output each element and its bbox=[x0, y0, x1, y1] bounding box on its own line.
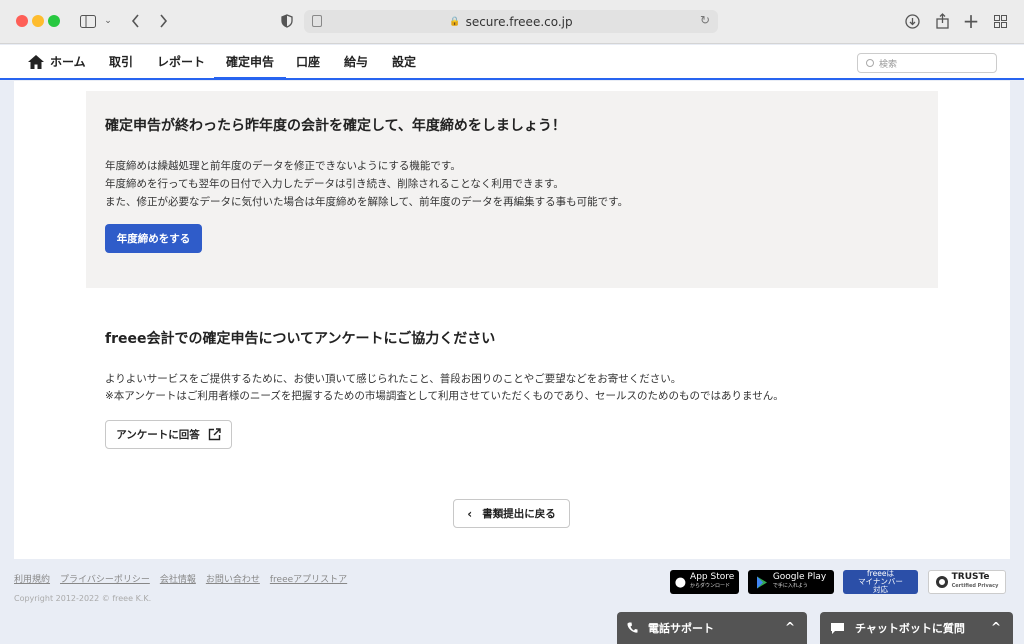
footer-links: 利用規約 プライバシーポリシー 会社情報 お問い合わせ freeeアプリストア bbox=[14, 572, 347, 585]
nav-accounts-label: 口座 bbox=[296, 55, 321, 69]
nav-reports-label: レポート bbox=[157, 55, 206, 69]
back-button-label: 書類提出に戻る bbox=[482, 508, 556, 520]
google-play-badge[interactable]: Google Play で手に入れよう bbox=[748, 570, 834, 594]
truste-badge[interactable]: TRUSTe Certified Privacy bbox=[928, 570, 1006, 594]
reload-icon[interactable]: ↻ bbox=[700, 13, 710, 27]
nav-tax-return[interactable]: 確定申告 bbox=[213, 45, 287, 80]
sidebar-toggle-icon[interactable] bbox=[78, 10, 98, 32]
back-arrow-icon[interactable] bbox=[126, 10, 144, 32]
google-play-label: Google Play bbox=[772, 572, 827, 582]
survey-line: よりよいサービスをご提供するために、お使い頂いて感じられたこと、普段お困りのこと… bbox=[105, 373, 682, 385]
forward-arrow-icon[interactable] bbox=[154, 10, 172, 32]
nav-transactions-label: 取引 bbox=[109, 55, 134, 69]
truste-label: TRUSTe bbox=[951, 572, 990, 582]
chat-bubble-icon bbox=[831, 622, 844, 634]
app-store-badge[interactable]: ● App Store からダウンロード bbox=[670, 570, 739, 594]
page-icon bbox=[312, 15, 322, 27]
footer-link-contact[interactable]: お問い合わせ bbox=[206, 572, 260, 585]
mynumber-badge[interactable]: freeeは マイナンバー 対応 bbox=[843, 570, 918, 594]
nav-settings[interactable]: 設定 bbox=[392, 45, 416, 78]
nav-accounts[interactable]: 口座 bbox=[296, 45, 320, 78]
apple-icon: ● bbox=[674, 574, 687, 590]
chevron-down-icon[interactable]: ⌄ bbox=[102, 10, 114, 32]
nav-transactions[interactable]: 取引 bbox=[109, 45, 133, 78]
tab-overview-icon[interactable] bbox=[991, 10, 1009, 32]
notice-line: 年度締めを行っても翌年の日付で入力したデータは引き続き、削除されることなく利用で… bbox=[105, 178, 564, 190]
download-icon[interactable] bbox=[903, 10, 921, 32]
chatbot-bar[interactable]: チャットボットに質問 ^ bbox=[820, 612, 1013, 644]
notice-title: 確定申告が終わったら昨年度の会計を確定して、年度締めをしましょう！ bbox=[105, 118, 566, 134]
footer-link-appstore[interactable]: freeeアプリストア bbox=[270, 572, 347, 585]
share-icon[interactable] bbox=[933, 10, 951, 32]
survey-answer-button[interactable]: アンケートに回答 bbox=[105, 420, 232, 449]
chevron-left-icon: ‹ bbox=[467, 506, 473, 521]
chatbot-label: チャットボットに質問 bbox=[855, 622, 965, 635]
search-input[interactable]: 検索 bbox=[857, 53, 997, 73]
chevron-up-icon: ^ bbox=[990, 620, 1001, 634]
app-navigation: ホーム 取引 レポート 確定申告 口座 給与 設定 検索 bbox=[0, 45, 1024, 80]
truste-logo-icon bbox=[935, 576, 948, 588]
footer-link-privacy[interactable]: プライバシーポリシー bbox=[60, 572, 150, 585]
nav-home-label: ホーム bbox=[50, 55, 86, 69]
search-placeholder: 検索 bbox=[879, 59, 898, 70]
search-icon bbox=[866, 59, 874, 67]
nav-settings-label: 設定 bbox=[392, 55, 417, 69]
truste-sub: Certified Privacy bbox=[951, 583, 999, 589]
chevron-up-icon: ^ bbox=[784, 620, 795, 634]
survey-title: freee会計での確定申告についてアンケートにご協力ください bbox=[105, 331, 496, 347]
app-store-sub: からダウンロード bbox=[690, 583, 731, 589]
nav-reports[interactable]: レポート bbox=[157, 45, 205, 78]
nav-home[interactable]: ホーム bbox=[28, 45, 86, 78]
survey-line: ※本アンケートはご利用者様のニーズを把握するための市場調査として利用させていただ… bbox=[105, 390, 784, 402]
phone-support-bar[interactable]: 電話サポート ^ bbox=[617, 612, 807, 644]
copyright: Copyright 2012-2022 © freee K.K. bbox=[14, 594, 152, 603]
google-play-sub: で手に入れよう bbox=[772, 583, 808, 589]
mynumber-line-3: 対応 bbox=[873, 585, 888, 594]
new-tab-plus-icon[interactable]: + bbox=[962, 9, 980, 33]
app-store-label: App Store bbox=[690, 572, 735, 582]
minimize-window-button[interactable] bbox=[32, 15, 44, 27]
privacy-shield-icon[interactable] bbox=[278, 10, 296, 32]
google-play-icon bbox=[756, 576, 767, 588]
main-content: 確定申告が終わったら昨年度の会計を確定して、年度締めをしましょう！ 年度締めは繰… bbox=[14, 81, 1010, 559]
survey-answer-label: アンケートに回答 bbox=[116, 429, 200, 441]
footer-link-terms[interactable]: 利用規約 bbox=[14, 572, 50, 585]
close-window-button[interactable] bbox=[16, 15, 28, 27]
year-close-button[interactable]: 年度締めをする bbox=[105, 224, 202, 253]
footer-link-company[interactable]: 会社情報 bbox=[160, 572, 196, 585]
nav-tax-return-label: 確定申告 bbox=[226, 55, 275, 69]
address-bar[interactable]: 🔒 secure.freee.co.jp ↻ bbox=[304, 10, 718, 33]
nav-payroll-label: 給与 bbox=[344, 55, 369, 69]
zoom-window-button[interactable] bbox=[48, 15, 60, 27]
nav-payroll[interactable]: 給与 bbox=[344, 45, 368, 78]
url-text: secure.freee.co.jp bbox=[465, 14, 573, 29]
external-link-icon bbox=[208, 428, 221, 441]
notice-line: 年度締めは繰越処理と前年度のデータを修正できないようにする機能です。 bbox=[105, 160, 461, 172]
lock-icon: 🔒 bbox=[449, 16, 461, 27]
notice-line: また、修正が必要なデータに気付いた場合は年度締めを解除して、前年度のデータを再編… bbox=[105, 196, 629, 208]
phone-icon bbox=[627, 622, 638, 633]
home-icon bbox=[28, 54, 44, 69]
phone-support-label: 電話サポート bbox=[648, 622, 714, 635]
year-close-notice: 確定申告が終わったら昨年度の会計を確定して、年度締めをしましょう！ 年度締めは繰… bbox=[86, 91, 938, 288]
browser-toolbar: ⌄ 🔒 secure.freee.co.jp ↻ + bbox=[0, 0, 1024, 44]
back-to-filing-button[interactable]: ‹ 書類提出に戻る bbox=[453, 499, 570, 528]
